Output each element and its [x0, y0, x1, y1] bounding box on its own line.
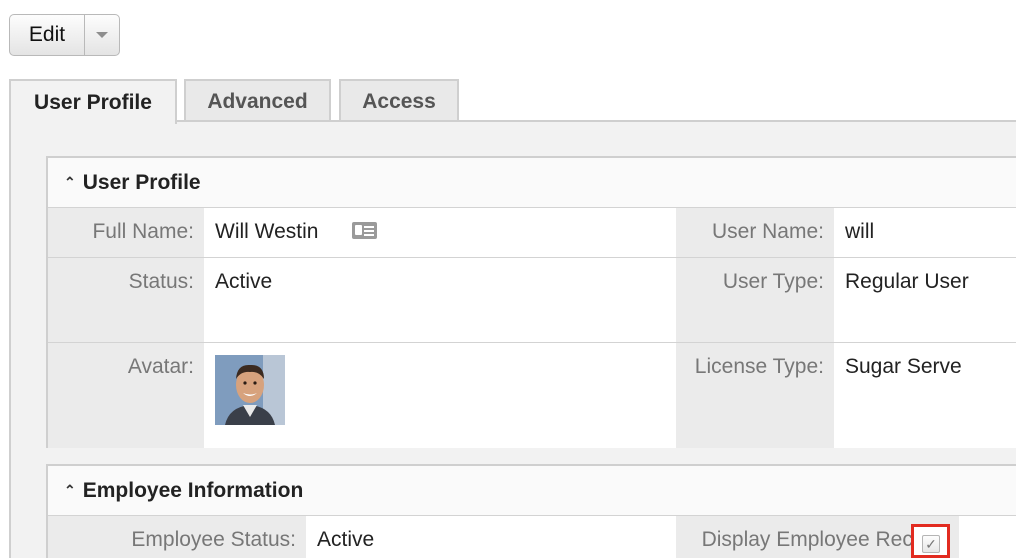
avatar-cell: [204, 343, 676, 448]
employee-status-value: Active: [306, 516, 676, 558]
row-employee-status: Employee Status: Active Display Employee…: [48, 516, 1016, 558]
employee-information-section: ⌃ Employee Information Employee Status: …: [46, 464, 1016, 558]
vcard-icon[interactable]: [352, 221, 378, 239]
tab-access[interactable]: Access: [339, 79, 459, 122]
license-type-label: License Type:: [676, 343, 834, 448]
display-employee-record-cell: [959, 516, 1016, 558]
full-name-value: Will Westin: [215, 220, 319, 243]
full-name-cell: Will Westin: [204, 208, 676, 257]
avatar: [215, 355, 285, 425]
double-chevron-up-icon: ⌃: [64, 482, 76, 498]
employee-status-label: Employee Status:: [48, 516, 306, 558]
user-name-value: will: [834, 208, 1016, 257]
status-value: Active: [204, 258, 676, 342]
license-type-value: Sugar Serve: [834, 343, 1016, 448]
user-type-label: User Type:: [676, 258, 834, 342]
section-title: Employee Information: [82, 478, 304, 502]
display-employee-record-checkbox[interactable]: ✓: [922, 535, 940, 553]
avatar-label: Avatar:: [48, 343, 204, 448]
row-avatar: Avatar: License Type: Sugar Serve: [48, 343, 1016, 448]
highlight-box: ✓: [911, 524, 950, 558]
row-full-name: Full Name: Will Westin User Name: will: [48, 208, 1016, 258]
edit-button-group: Edit: [9, 14, 120, 56]
user-profile-section-header[interactable]: ⌃ User Profile: [48, 158, 1016, 208]
employee-information-section-header[interactable]: ⌃ Employee Information: [48, 466, 1016, 516]
edit-button[interactable]: Edit: [9, 14, 84, 56]
tab-user-profile[interactable]: User Profile: [9, 79, 177, 124]
double-chevron-up-icon: ⌃: [64, 174, 76, 190]
edit-dropdown-button[interactable]: [84, 14, 120, 56]
user-type-value: Regular User: [834, 258, 1016, 342]
full-name-label: Full Name:: [48, 208, 204, 257]
tab-advanced[interactable]: Advanced: [184, 79, 331, 122]
section-title: User Profile: [82, 170, 201, 194]
row-status: Status: Active User Type: Regular User: [48, 258, 1016, 343]
user-name-label: User Name:: [676, 208, 834, 257]
caret-down-icon: [96, 32, 108, 38]
user-profile-section: ⌃ User Profile Full Name: Will Westin Us…: [46, 156, 1016, 448]
status-label: Status:: [48, 258, 204, 342]
